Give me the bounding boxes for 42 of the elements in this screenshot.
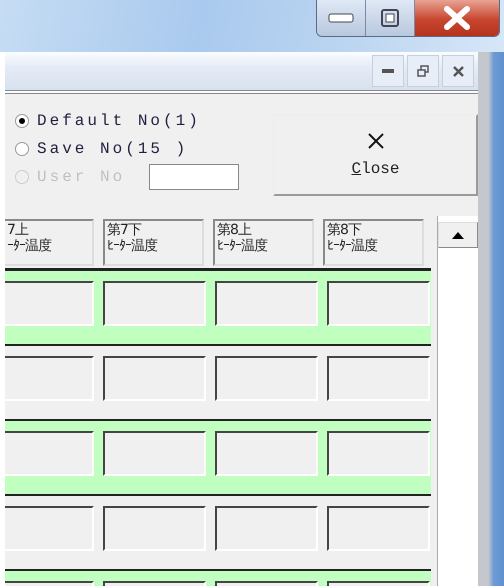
minimize-button[interactable]: [317, 0, 366, 36]
restore-icon: [417, 65, 429, 77]
column-header: 第8上 ﾋｰﾀｰ温度: [213, 219, 314, 266]
close-icon: [452, 66, 464, 76]
table-cell[interactable]: [215, 356, 318, 401]
close-window-button[interactable]: [415, 0, 499, 36]
close-button[interactable]: Close: [273, 114, 478, 196]
table-cell[interactable]: [327, 431, 430, 476]
radio-label: Save No(15 ): [37, 140, 188, 158]
column-header: 第8下 ﾋｰﾀｰ温度: [323, 219, 424, 266]
table-cell[interactable]: [103, 281, 206, 326]
table-cell[interactable]: [103, 356, 206, 401]
table-cell[interactable]: [103, 431, 206, 476]
table-cell[interactable]: [5, 506, 94, 551]
table-cell[interactable]: [327, 356, 430, 401]
input-field[interactable]: [149, 164, 240, 190]
radio-button[interactable]: [15, 114, 29, 128]
table-cell[interactable]: [5, 356, 94, 401]
minimize-icon: [328, 13, 354, 23]
column-header: 7上 ｰﾀｰ温度: [5, 219, 94, 266]
table-cell[interactable]: [103, 506, 206, 551]
maximize-icon: [380, 8, 400, 28]
scroll-up-button[interactable]: [438, 222, 478, 248]
radio-button[interactable]: [15, 142, 29, 156]
radio-label: Default No(1): [37, 112, 201, 130]
table-cell[interactable]: [215, 281, 318, 326]
minimize-icon: [382, 69, 394, 73]
minimize-button[interactable]: [372, 55, 404, 87]
maximize-button[interactable]: [366, 0, 415, 36]
table-cell[interactable]: [327, 506, 430, 551]
table-cell[interactable]: [5, 281, 94, 326]
close-button[interactable]: [442, 55, 474, 87]
table-cell[interactable]: [215, 431, 318, 476]
restore-button[interactable]: [407, 55, 439, 87]
up-arrow-icon: [452, 232, 464, 238]
scrollbar[interactable]: [437, 216, 478, 586]
close-icon: [366, 132, 384, 150]
table-cell[interactable]: [215, 506, 318, 551]
column-header: 第7下 ﾋｰﾀｰ温度: [103, 219, 204, 266]
table-cell[interactable]: [5, 431, 94, 476]
table-cell[interactable]: [327, 281, 430, 326]
close-icon: [443, 6, 471, 30]
